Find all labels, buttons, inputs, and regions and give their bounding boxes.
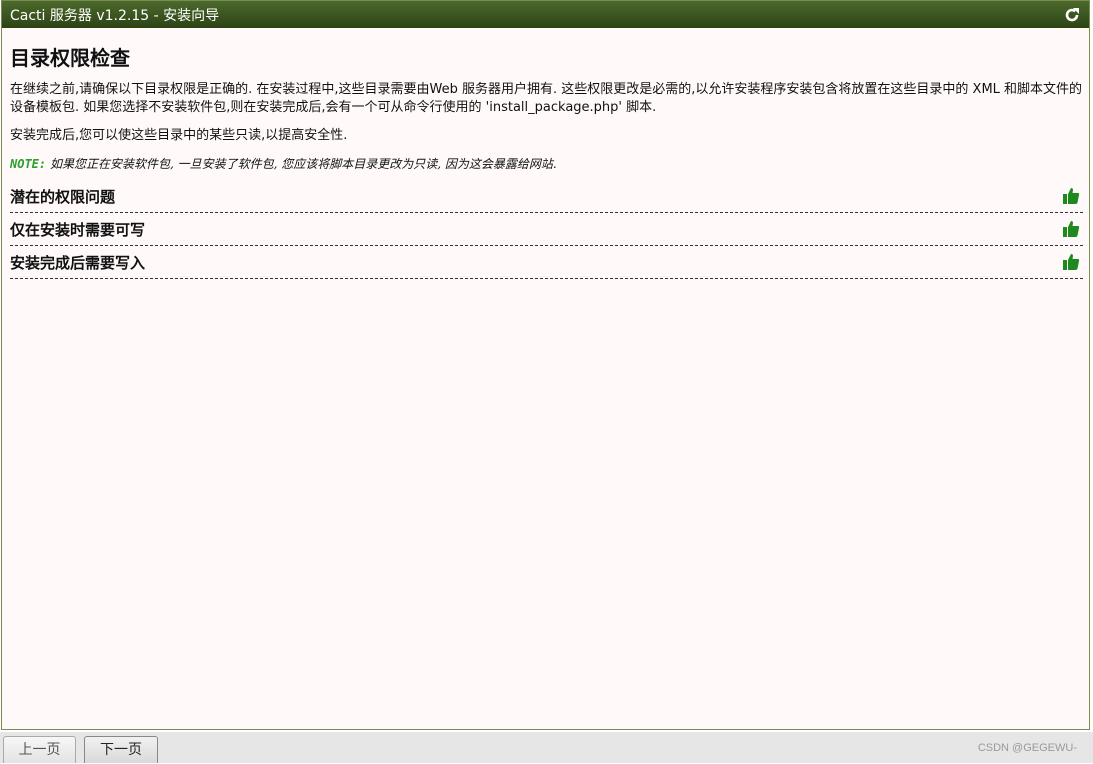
thumbs-up-icon xyxy=(1062,253,1080,271)
next-button[interactable]: 下一页 xyxy=(84,736,158,763)
title-bar: Cacti 服务器 v1.2.15 - 安装向导 xyxy=(2,1,1089,28)
thumbs-up-icon xyxy=(1062,187,1080,205)
thumbs-up-icon xyxy=(1062,220,1080,238)
check-row-install-writable: 仅在安装时需要可写 xyxy=(10,213,1083,246)
window-title: Cacti 服务器 v1.2.15 - 安装向导 xyxy=(10,7,220,24)
main-content: 目录权限检查 在继续之前,请确保以下目录权限是正确的. 在安装过程中,这些目录需… xyxy=(2,28,1089,729)
check-label: 安装完成后需要写入 xyxy=(10,253,146,272)
check-row-potential-permissions: 潜在的权限问题 xyxy=(10,180,1083,213)
check-row-post-install-write: 安装完成后需要写入 xyxy=(10,246,1083,279)
security-paragraph: 安装完成后,您可以使这些目录中的某些只读,以提高安全性. xyxy=(10,128,348,143)
note-text: NOTE: 如果您正在安装软件包, 一旦安装了软件包, 您应该将脚本目录更改为只… xyxy=(10,155,1083,172)
note-body: 如果您正在安装软件包, 一旦安装了软件包, 您应该将脚本目录更改为只读, 因为这… xyxy=(46,157,557,171)
intro-paragraph: 在继续之前,请确保以下目录权限是正确的. 在安装过程中,这些目录需要由Web 服… xyxy=(10,82,1083,115)
check-label: 仅在安装时需要可写 xyxy=(10,220,146,239)
page-title: 目录权限检查 xyxy=(10,46,130,70)
check-label: 潜在的权限问题 xyxy=(10,187,116,206)
refresh-icon[interactable] xyxy=(1063,6,1081,24)
note-label: NOTE: xyxy=(10,157,47,171)
previous-button[interactable]: 上一页 xyxy=(3,736,76,763)
watermark-text: CSDN @GEGEWU- xyxy=(977,742,1077,754)
footer-bar: 上一页 下一页 CSDN @GEGEWU- xyxy=(0,732,1093,763)
installer-window: Cacti 服务器 v1.2.15 - 安装向导 目录权限检查 在继续之前,请确… xyxy=(1,0,1090,730)
